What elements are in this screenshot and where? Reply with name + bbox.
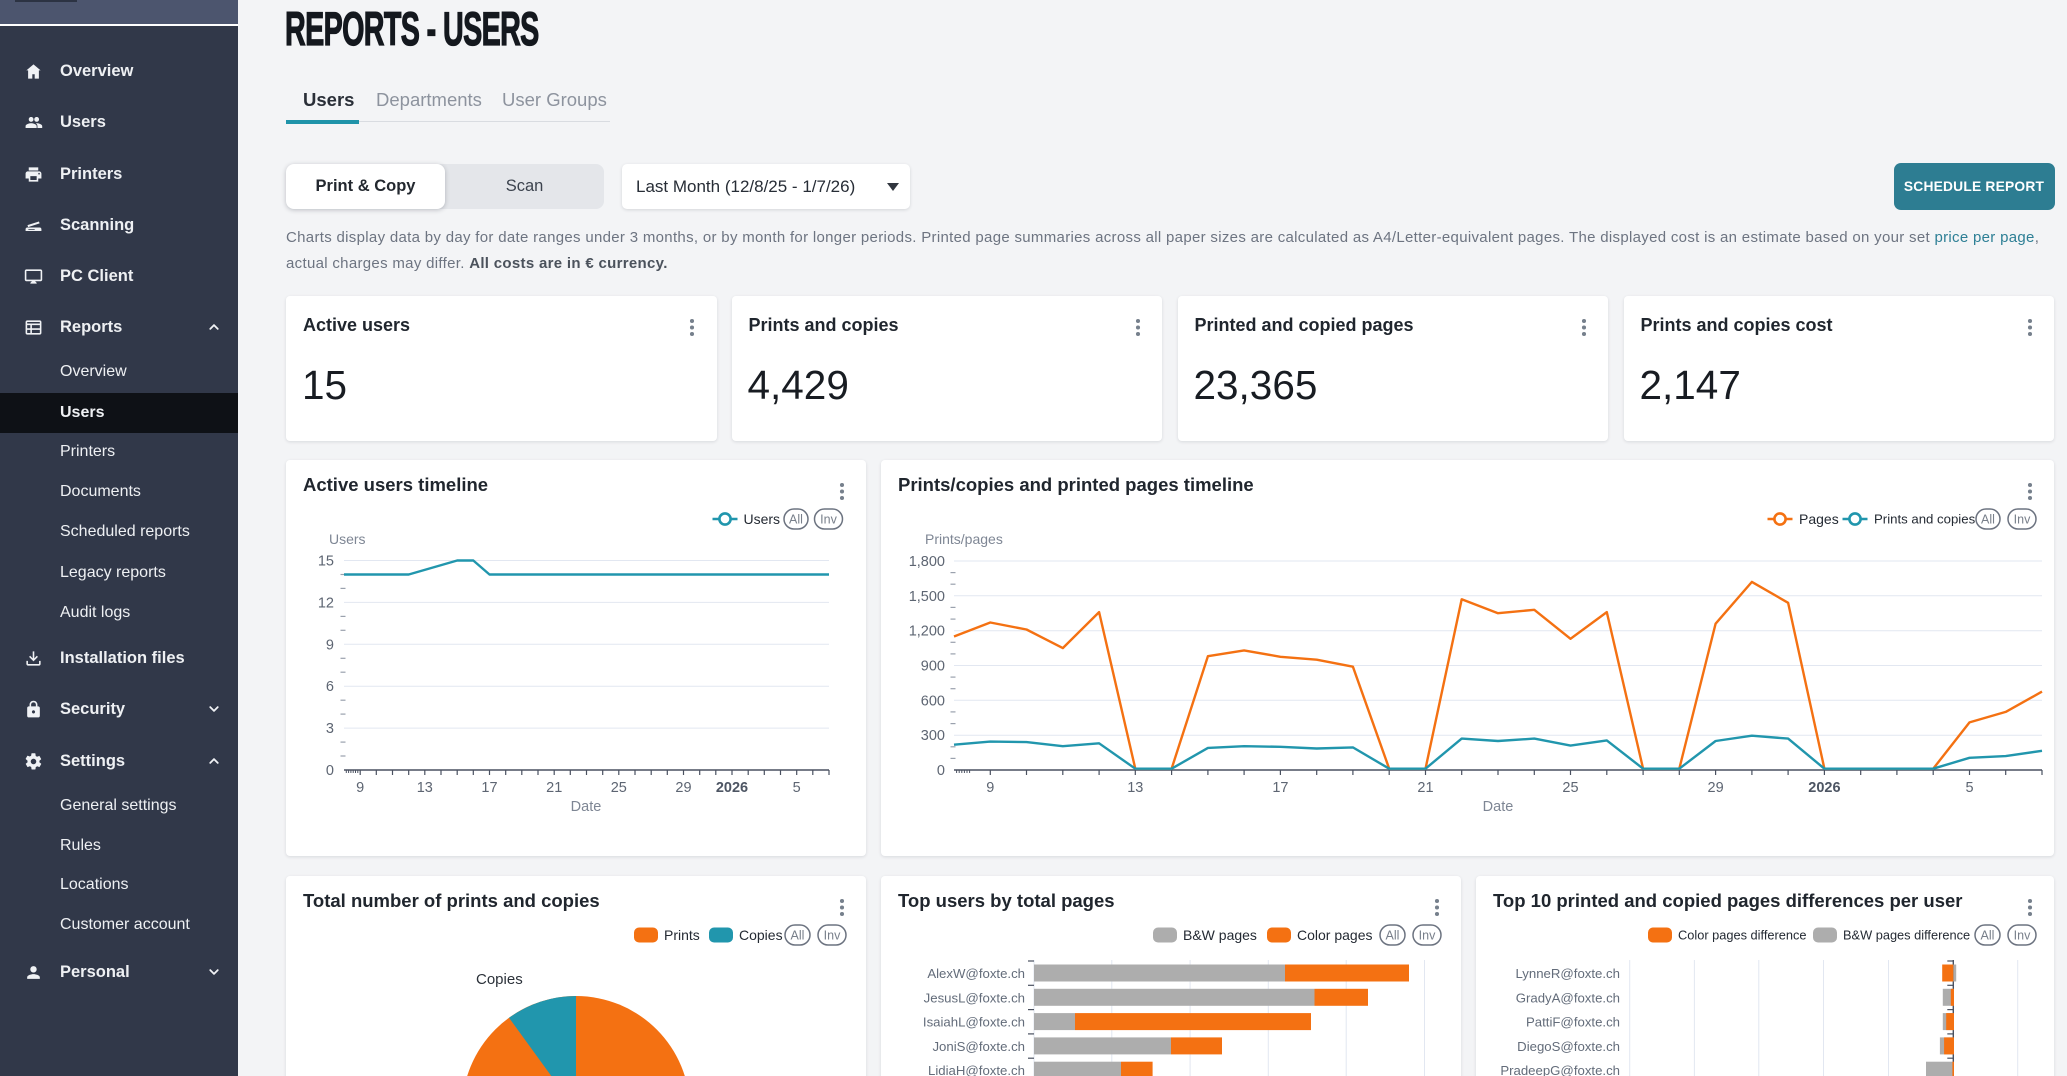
svg-text:9: 9 bbox=[986, 780, 994, 796]
svg-text:Prints: Prints bbox=[664, 927, 700, 943]
svg-text:25: 25 bbox=[611, 780, 627, 796]
svg-text:21: 21 bbox=[546, 780, 562, 796]
svg-text:1,200: 1,200 bbox=[909, 624, 945, 640]
svg-text:DiegoS@foxte.ch: DiegoS@foxte.ch bbox=[1517, 1039, 1620, 1054]
svg-text:5: 5 bbox=[793, 780, 801, 796]
svg-text:6: 6 bbox=[326, 679, 334, 695]
svg-text:17: 17 bbox=[1272, 780, 1288, 796]
svg-text:GradyA@foxte.ch: GradyA@foxte.ch bbox=[1516, 990, 1620, 1005]
svg-text:PradeepG@foxte.ch: PradeepG@foxte.ch bbox=[1500, 1063, 1620, 1076]
svg-text:Users: Users bbox=[744, 511, 781, 527]
svg-text:Inv: Inv bbox=[1419, 929, 1436, 943]
svg-text:Date: Date bbox=[1483, 799, 1514, 815]
svg-text:B&W pages difference: B&W pages difference bbox=[1843, 928, 1970, 943]
svg-text:0: 0 bbox=[326, 763, 334, 779]
svg-text:13: 13 bbox=[417, 780, 433, 796]
svg-text:Date: Date bbox=[571, 799, 602, 815]
svg-text:9: 9 bbox=[356, 780, 364, 796]
svg-text:1,800: 1,800 bbox=[909, 554, 945, 570]
svg-text:Color pages difference: Color pages difference bbox=[1678, 928, 1807, 943]
svg-text:All: All bbox=[791, 929, 805, 943]
svg-text:3: 3 bbox=[326, 721, 334, 737]
svg-text:900: 900 bbox=[921, 659, 945, 675]
svg-text:LynneR@foxte.ch: LynneR@foxte.ch bbox=[1515, 966, 1620, 981]
svg-text:15: 15 bbox=[318, 554, 334, 570]
svg-text:LidiaH@foxte.ch: LidiaH@foxte.ch bbox=[928, 1063, 1025, 1076]
svg-text:JesusL@foxte.ch: JesusL@foxte.ch bbox=[924, 990, 1025, 1005]
svg-text:13: 13 bbox=[1127, 780, 1143, 796]
svg-text:17: 17 bbox=[481, 780, 497, 796]
svg-text:JoniS@foxte.ch: JoniS@foxte.ch bbox=[932, 1039, 1025, 1054]
svg-text:Inv: Inv bbox=[820, 513, 837, 527]
svg-text:5: 5 bbox=[1965, 780, 1973, 796]
svg-text:600: 600 bbox=[921, 693, 945, 709]
svg-text:Pages: Pages bbox=[1799, 511, 1839, 527]
svg-text:2026: 2026 bbox=[1808, 780, 1840, 796]
svg-text:Inv: Inv bbox=[824, 929, 841, 943]
svg-text:12: 12 bbox=[318, 595, 334, 611]
svg-text:Prints/pages: Prints/pages bbox=[925, 531, 1003, 547]
svg-text:Color pages: Color pages bbox=[1297, 927, 1373, 943]
svg-text:25: 25 bbox=[1562, 780, 1578, 796]
svg-text:IsaiahL@foxte.ch: IsaiahL@foxte.ch bbox=[923, 1015, 1025, 1030]
svg-text:9: 9 bbox=[326, 637, 334, 653]
svg-text:21: 21 bbox=[1417, 780, 1433, 796]
svg-text:2026: 2026 bbox=[716, 780, 748, 796]
svg-text:Copies: Copies bbox=[476, 971, 523, 988]
svg-text:AlexW@foxte.ch: AlexW@foxte.ch bbox=[927, 966, 1025, 981]
svg-text:29: 29 bbox=[1708, 780, 1724, 796]
svg-text:B&W pages: B&W pages bbox=[1183, 927, 1257, 943]
svg-text:0: 0 bbox=[937, 763, 945, 779]
svg-text:All: All bbox=[1386, 929, 1400, 943]
svg-text:Users: Users bbox=[329, 531, 366, 547]
svg-text:All: All bbox=[1981, 929, 1995, 943]
svg-text:Copies: Copies bbox=[739, 927, 783, 943]
svg-text:29: 29 bbox=[675, 780, 691, 796]
svg-text:PattiF@foxte.ch: PattiF@foxte.ch bbox=[1526, 1015, 1620, 1030]
svg-text:1,500: 1,500 bbox=[909, 589, 945, 605]
svg-text:All: All bbox=[1981, 513, 1995, 527]
svg-text:Prints and copies: Prints and copies bbox=[1874, 512, 1976, 527]
svg-text:Inv: Inv bbox=[2014, 929, 2031, 943]
svg-text:300: 300 bbox=[921, 728, 945, 744]
svg-text:Inv: Inv bbox=[2014, 513, 2031, 527]
svg-text:All: All bbox=[789, 513, 803, 527]
